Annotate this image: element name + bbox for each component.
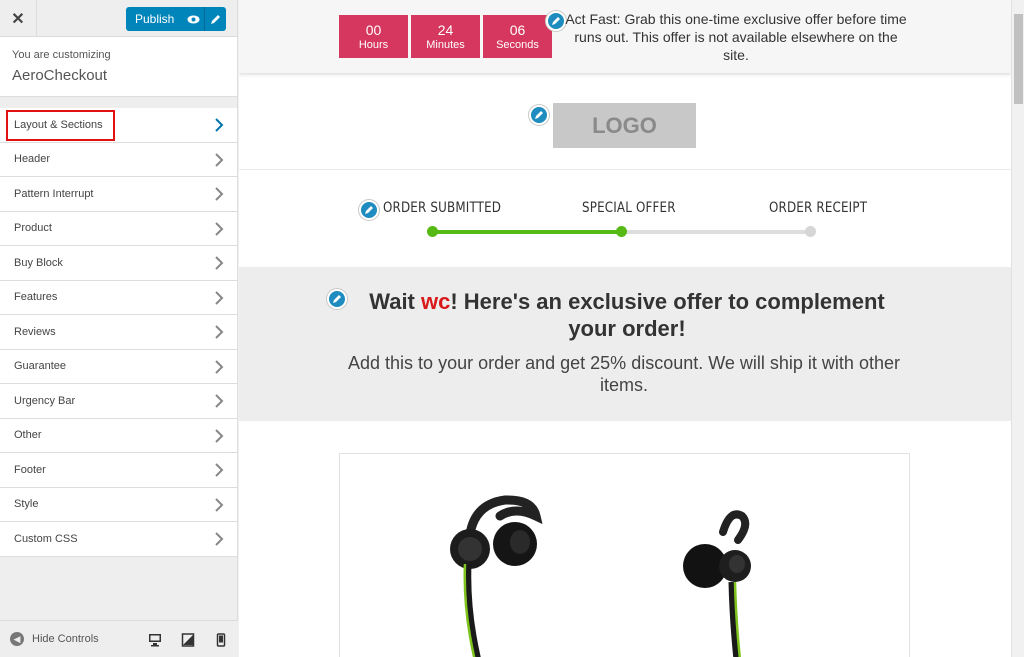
countdown-seconds-value: 06 (509, 22, 526, 38)
desktop-preview-icon[interactable] (148, 633, 162, 647)
customer-name: wc (421, 289, 451, 314)
product-image-box (339, 453, 910, 657)
step-order-submitted: ORDER SUBMITTED (383, 200, 502, 216)
step-dot-2 (616, 226, 627, 237)
urgency-text: Act Fast: Grab this one-time exclusive o… (565, 11, 907, 63)
sidebar-item-urgency-bar[interactable]: Urgency Bar (0, 384, 237, 419)
sidebar-item-label: Pattern Interrupt (14, 187, 94, 200)
countdown-minutes-unit: Minutes (426, 39, 465, 51)
header-section: LOGO (239, 73, 1011, 170)
section-menu: Layout & Sections Header Pattern Interrupt… (0, 108, 237, 557)
sidebar-item-label: Buy Block (14, 256, 63, 269)
chevron-right-icon (214, 359, 224, 374)
sidebar-item-label: Guarantee (14, 360, 66, 373)
step-dot-3 (805, 226, 816, 237)
edit-logo-pencil-icon[interactable] (529, 105, 549, 125)
preview-frame: 00 Hours 24 Minutes 06 Seconds Act Fast:… (239, 0, 1011, 657)
chevron-right-icon (214, 532, 224, 546)
step-order-receipt: ORDER RECEIPT (769, 200, 868, 216)
publish-button[interactable]: Publish (126, 7, 226, 31)
chevron-right-icon (214, 394, 224, 408)
chevron-right-icon (214, 463, 224, 477)
offer-heading: Wait wc! Here's an exclusive offer to co… (347, 288, 907, 342)
sidebar-item-features[interactable]: Features (0, 280, 237, 315)
hide-controls-button[interactable]: ◀ Hide Controls (10, 632, 99, 646)
sidebar-item-label: Urgency Bar (14, 394, 76, 407)
sidebar-item-layout-sections[interactable]: Layout & Sections (0, 108, 237, 143)
edit-heading-pencil-icon[interactable] (327, 289, 347, 309)
countdown-hours-unit: Hours (358, 39, 389, 51)
close-icon: ✕ (11, 10, 25, 28)
sidebar-item-custom-css[interactable]: Custom CSS (0, 522, 237, 557)
sidebar-item-label: Product (14, 222, 52, 235)
scrollbar-thumb[interactable] (1014, 14, 1023, 104)
sidebar-item-other[interactable]: Other (0, 418, 237, 453)
chevron-right-icon (214, 428, 224, 443)
countdown-hours: 00 Hours (339, 15, 408, 58)
customizer-app: ✕ Publish You are customizing AeroChecko… (0, 0, 1024, 657)
sidebar-item-buy-block[interactable]: Buy Block (0, 246, 237, 281)
sidebar-header: ✕ Publish (0, 0, 237, 37)
site-name: AeroCheckout (12, 67, 108, 84)
hide-controls-label: Hide Controls (32, 633, 99, 645)
sidebar-item-footer[interactable]: Footer (0, 453, 237, 488)
sidebar-item-label: Style (14, 498, 39, 511)
sidebar-item-label: Layout & Sections (14, 118, 103, 131)
offer-heading-pre: Wait (369, 289, 421, 314)
customizer-sidebar: ✕ Publish You are customizing AeroChecko… (0, 0, 238, 657)
pattern-interrupt-section: Wait wc! Here's an exclusive offer to co… (239, 267, 1011, 421)
sidebar-item-header[interactable]: Header (0, 142, 237, 177)
chevron-right-icon (214, 256, 224, 270)
logo-placeholder: LOGO (553, 103, 696, 148)
progress-fill (432, 230, 621, 234)
edit-steps-pencil-icon[interactable] (359, 200, 379, 220)
sidebar-item-label: Header (14, 153, 51, 166)
earphones-image (450, 495, 751, 657)
chevron-right-icon (214, 290, 224, 305)
pencil-icon[interactable] (204, 7, 226, 31)
offer-subheading: Add this to your order and get 25% disco… (348, 353, 900, 395)
countdown-minutes: 24 Minutes (411, 15, 480, 58)
chevron-right-icon (214, 497, 224, 512)
sidebar-item-label: Features (14, 291, 58, 304)
chevron-right-icon (214, 118, 224, 132)
sidebar-item-label: Footer (14, 463, 46, 476)
collapse-arrow-icon: ◀ (10, 632, 24, 646)
sidebar-item-label: Other (14, 429, 42, 442)
offer-heading-post: ! Here's an exclusive offer to complemen… (450, 289, 885, 341)
customizing-info: You are customizing AeroCheckout (0, 37, 237, 97)
close-customizer-button[interactable]: ✕ (0, 0, 37, 37)
countdown-minutes-value: 24 (437, 22, 454, 38)
sidebar-item-pattern-interrupt[interactable]: Pattern Interrupt (0, 177, 237, 212)
step-dot-1 (427, 226, 438, 237)
progress-steps: ORDER SUBMITTED SPECIAL OFFER ORDER RECE… (239, 171, 1011, 267)
countdown-seconds: 06 Seconds (483, 15, 552, 58)
sidebar-item-label: Reviews (14, 325, 56, 338)
chevron-right-icon (214, 325, 224, 339)
countdown-seconds-unit: Seconds (496, 39, 539, 51)
chevron-right-icon (214, 221, 224, 236)
chevron-right-icon (214, 187, 224, 201)
preview-scrollbar[interactable] (1011, 0, 1024, 657)
sidebar-item-reviews[interactable]: Reviews (0, 315, 237, 350)
sidebar-item-product[interactable]: Product (0, 211, 237, 246)
sidebar-footer: ◀ Hide Controls (0, 620, 238, 657)
urgency-bar: 00 Hours 24 Minutes 06 Seconds Act Fast:… (239, 0, 1011, 73)
customizing-label: You are customizing (12, 49, 111, 61)
publish-label: Publish (135, 12, 175, 26)
eye-icon[interactable] (182, 15, 204, 24)
sidebar-item-style[interactable]: Style (0, 487, 237, 522)
tablet-preview-icon[interactable] (181, 633, 195, 647)
chevron-right-icon (214, 152, 224, 167)
step-special-offer: SPECIAL OFFER (582, 200, 676, 216)
countdown-hours-value: 00 (365, 22, 382, 38)
sidebar-item-guarantee[interactable]: Guarantee (0, 349, 237, 384)
sidebar-item-label: Custom CSS (14, 532, 78, 545)
mobile-preview-icon[interactable] (214, 633, 228, 647)
